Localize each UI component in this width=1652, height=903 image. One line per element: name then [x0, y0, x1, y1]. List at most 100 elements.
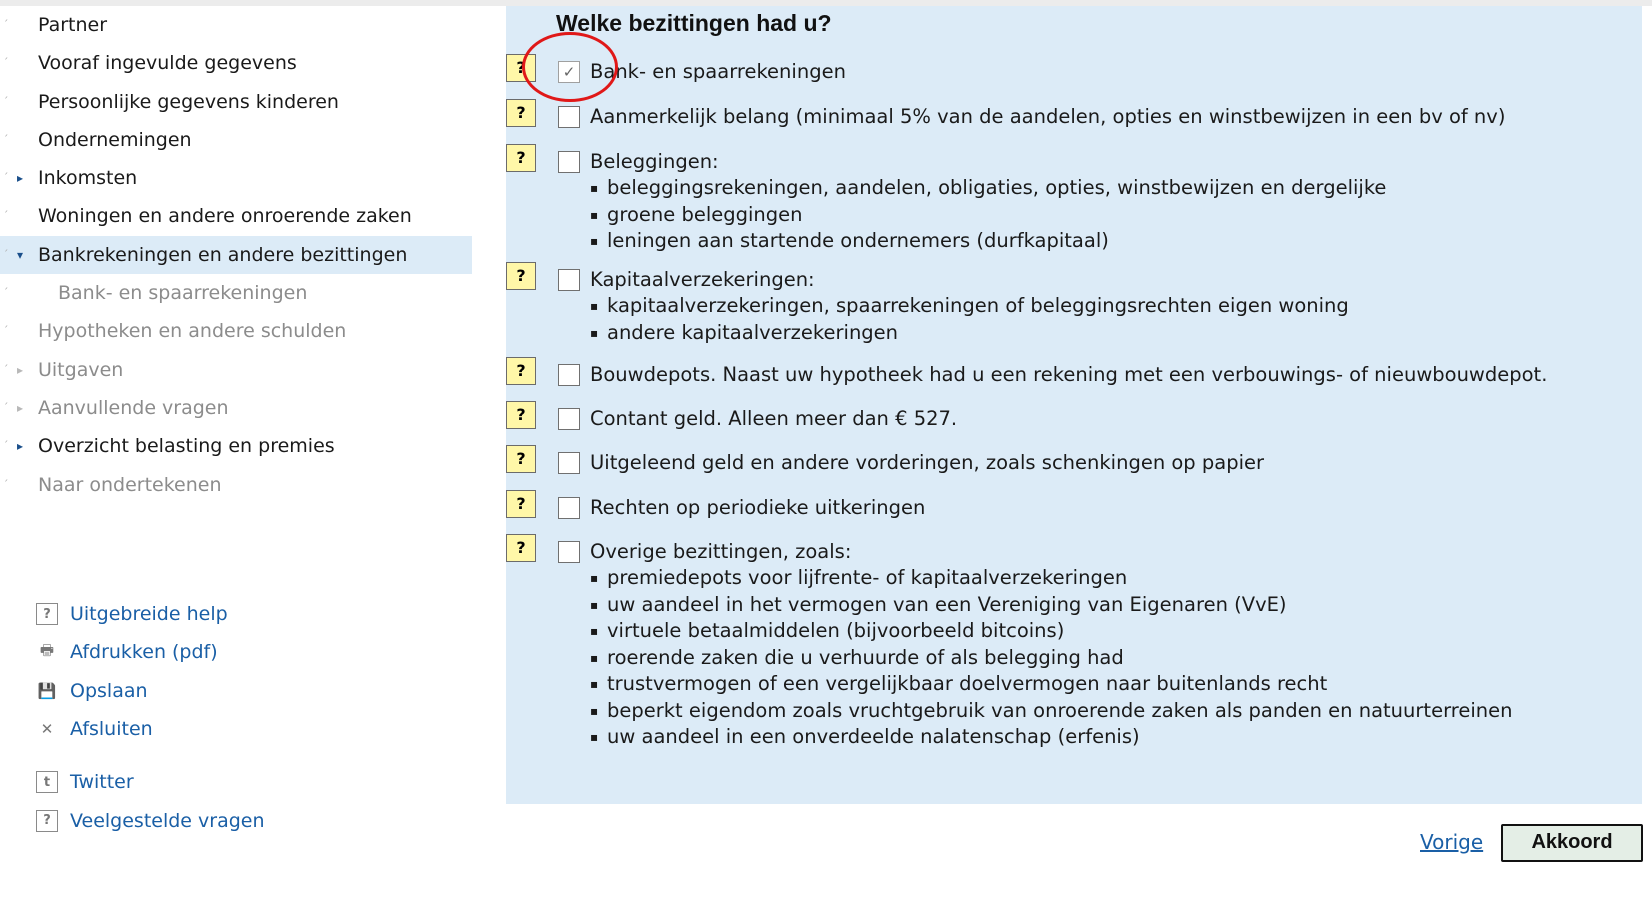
list-item: groene beleggingen	[590, 202, 1386, 229]
main-panel: Welke bezittingen had u? ? ✓ Bank- en spaa…	[506, 6, 1642, 804]
link-afdrukken-pdf[interactable]: 🖶 Afdrukken (pdf)	[36, 633, 436, 671]
help-icon: ?	[36, 603, 58, 626]
question-label: Contant geld. Alleen meer dan € 527.	[590, 407, 958, 430]
chevron-right-icon: ▸	[17, 171, 24, 186]
list-item: premiedepots voor lijfrente- of kapitaal…	[590, 565, 1512, 592]
help-button[interactable]: ?	[506, 144, 536, 172]
list-item: virtuele betaalmiddelen (bijvoorbeeld bi…	[590, 618, 1512, 645]
sidebar-item-overzicht-belasting-en-premies[interactable]: ˊ ▸ Overzicht belasting en premies	[0, 427, 472, 465]
checkmark-icon: ✓	[562, 63, 576, 81]
chevron-down-icon: ▾	[17, 247, 24, 262]
save-icon: 💾	[37, 681, 57, 700]
checkbox-bouwdepots-naast-uw-hypotheek-[interactable]	[558, 364, 580, 386]
checkbox-bank-en-spaarrekeningen[interactable]: ✓	[558, 61, 580, 83]
checkbox-beleggingen[interactable]	[558, 151, 580, 173]
tick-mark-icon: ˊ	[3, 18, 9, 31]
tick-mark-icon: ˊ	[3, 171, 9, 185]
sidebar-item-label: Naar ondertekenen	[38, 473, 222, 496]
link-label: Veelgestelde vragen	[70, 809, 265, 832]
link-label: Afsluiten	[70, 718, 153, 741]
sidebar-item-label: Hypotheken en andere schulden	[38, 320, 347, 343]
question-label: Uitgeleend geld en andere vorderingen, z…	[590, 451, 1265, 474]
chevron-right-icon: ▸	[17, 439, 24, 454]
sidebar-nav: ˊ Partner ˊ Vooraf ingevulde gegevens ˊ Perso…	[0, 6, 472, 504]
sidebar-item-label: Woningen en andere onroerende zaken	[38, 205, 412, 228]
link-opslaan[interactable]: 💾 Opslaan	[36, 672, 436, 710]
sidebar-item-partner[interactable]: ˊ Partner	[0, 6, 472, 44]
tick-mark-icon: ˊ	[3, 477, 9, 491]
sidebar-item-aanvullende-vragen: ˊ ▸ Aanvullende vragen	[0, 389, 472, 427]
previous-link[interactable]: Vorige	[1420, 830, 1483, 854]
sidebar-item-bankrekeningen-en-andere-bezittingen[interactable]: ˊ ▾ Bankrekeningen en andere bezittingen	[0, 235, 472, 275]
question-label: Kapitaalverzekeringen:	[590, 268, 815, 291]
question-label: Rechten op periodieke uitkeringen	[590, 496, 926, 519]
sidebar-item-naar-ondertekenen: ˊ Naar ondertekenen	[0, 466, 472, 504]
tick-mark-icon: ˊ	[3, 324, 9, 338]
link-label: Uitgebreide help	[70, 603, 228, 626]
sidebar-item-bank-en-spaarrekeningen[interactable]: ˊ Bank- en spaarrekeningen	[0, 274, 472, 312]
list-item: beperkt eigendom zoals vruchtgebruik van…	[590, 698, 1512, 725]
tick-mark-icon: ˊ	[3, 286, 9, 300]
sidebar-links: ? Uitgebreide help 🖶 Afdrukken (pdf) 💾 Opslaa…	[36, 595, 436, 840]
help-button[interactable]: ?	[506, 54, 536, 82]
sidebar-item-vooraf-ingevulde-gegevens[interactable]: ˊ Vooraf ingevulde gegevens	[0, 44, 472, 82]
sidebar-item-label: Aanvullende vragen	[38, 396, 229, 419]
link-twitter[interactable]: t Twitter	[36, 763, 436, 801]
sidebar-item-label: Uitgaven	[38, 358, 124, 381]
sidebar-item-woningen-en-andere-onroerende-zaken[interactable]: ˊ Woningen en andere onroerende zaken	[0, 197, 472, 235]
link-label: Opslaan	[70, 679, 148, 702]
checkbox-contant-geld-alleen-meer-dan-5[interactable]	[558, 408, 580, 430]
question-label: Aanmerkelijk belang (minimaal 5% van de …	[590, 105, 1506, 128]
sidebar-item-label: Bank- en spaarrekeningen	[58, 282, 308, 305]
help-button[interactable]: ?	[506, 401, 536, 429]
link-afsluiten[interactable]: ✕ Afsluiten	[36, 710, 436, 748]
question-label: Bouwdepots. Naast uw hypotheek had u een…	[590, 363, 1548, 386]
sidebar-item-label: Persoonlijke gegevens kinderen	[38, 90, 339, 113]
checkbox-uitgeleend-geld-en-andere-vord[interactable]	[558, 452, 580, 474]
list-item: leningen aan startende ondernemers (durf…	[590, 228, 1386, 255]
checkbox-overige-bezittingen-zoals[interactable]	[558, 541, 580, 563]
help-button[interactable]: ?	[506, 490, 536, 518]
tick-mark-icon: ˊ	[3, 132, 9, 146]
help-button[interactable]: ?	[506, 262, 536, 290]
sidebar-item-label: Ondernemingen	[38, 128, 192, 151]
question-sub-list: beleggingsrekeningen, aandelen, obligati…	[590, 175, 1386, 255]
link-label: Twitter	[70, 771, 134, 794]
sidebar-item-hypotheken-en-andere-schulden: ˊ Hypotheken en andere schulden	[0, 312, 472, 350]
link-veelgestelde-vragen[interactable]: ? Veelgestelde vragen	[36, 801, 436, 839]
sidebar-item-label: Bankrekeningen en andere bezittingen	[38, 243, 408, 266]
sidebar-item-label: Vooraf ingevulde gegevens	[38, 52, 297, 75]
link-uitgebreide-help[interactable]: ? Uitgebreide help	[36, 595, 436, 633]
list-item: uw aandeel in een onverdeelde nalatensch…	[590, 724, 1512, 751]
help-button[interactable]: ?	[506, 99, 536, 127]
question-label: Overige bezittingen, zoals:	[590, 540, 852, 563]
help-icon: ?	[36, 809, 58, 832]
tick-mark-icon: ˊ	[3, 247, 9, 261]
tick-mark-icon: ˊ	[3, 400, 9, 414]
close-icon: ✕	[40, 720, 54, 739]
sidebar-item-ondernemingen[interactable]: ˊ Ondernemingen	[0, 121, 472, 159]
checkbox-kapitaalverzekeringen[interactable]	[558, 269, 580, 291]
tick-mark-icon: ˊ	[3, 56, 9, 70]
list-item: andere kapitaalverzekeringen	[590, 320, 1349, 347]
tick-mark-icon: ˊ	[3, 209, 9, 223]
chevron-right-icon: ▸	[17, 362, 24, 377]
tick-mark-icon: ˊ	[3, 94, 9, 108]
checkbox-rechten-op-periodieke-uitkerin[interactable]	[558, 497, 580, 519]
sidebar-item-persoonlijke-gegevens-kinderen[interactable]: ˊ Persoonlijke gegevens kinderen	[0, 83, 472, 121]
help-button[interactable]: ?	[506, 357, 536, 385]
tick-mark-icon: ˊ	[3, 362, 9, 376]
list-item: roerende zaken die u verhuurde of als be…	[590, 645, 1512, 672]
chevron-right-icon: ▸	[17, 400, 24, 415]
agree-button[interactable]: Akkoord	[1501, 824, 1643, 862]
checkbox-aanmerkelijk-belang-minimaal-5[interactable]	[558, 106, 580, 128]
help-button[interactable]: ?	[506, 445, 536, 473]
list-item: uw aandeel in het vermogen van een Veren…	[590, 592, 1512, 619]
help-button[interactable]: ?	[506, 534, 536, 562]
question-sub-list: kapitaalverzekeringen, spaarrekeningen o…	[590, 293, 1349, 346]
question-label: Beleggingen:	[590, 150, 719, 173]
sidebar-item-inkomsten[interactable]: ˊ ▸ Inkomsten	[0, 159, 472, 197]
sidebar-item-label: Partner	[38, 14, 108, 36]
list-item: trustvermogen of een vergelijkbaar doelv…	[590, 671, 1512, 698]
list-item: beleggingsrekeningen, aandelen, obligati…	[590, 175, 1386, 202]
